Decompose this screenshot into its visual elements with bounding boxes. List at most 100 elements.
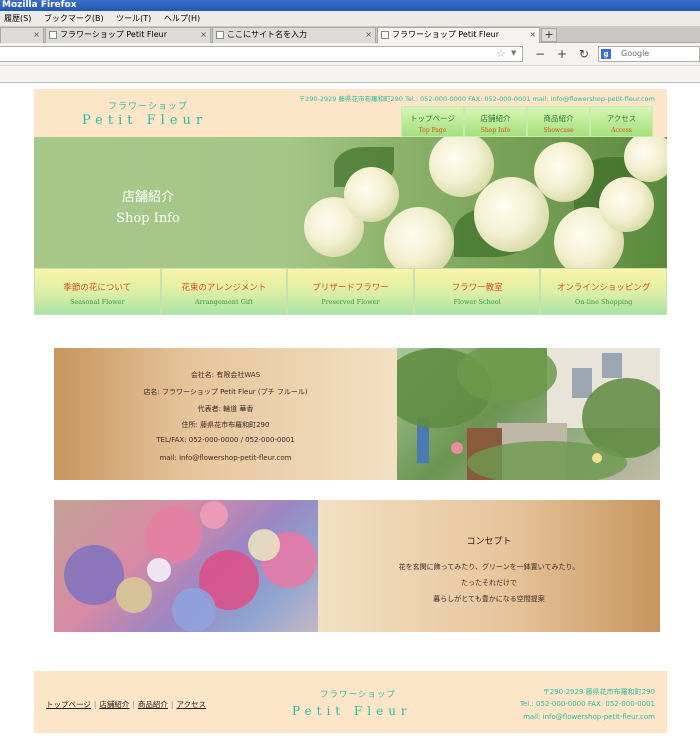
- nav-label-en: Showcase: [543, 127, 574, 134]
- bouquet-image: [64, 501, 317, 632]
- close-icon[interactable]: ×: [200, 28, 207, 42]
- nav-label-jp: 商品紹介: [543, 114, 574, 123]
- concept-line: たったそれだけで: [461, 579, 517, 587]
- tab-2[interactable]: ここにサイト名を入力 ×: [212, 27, 376, 43]
- bookmarks-bar: [0, 65, 700, 83]
- close-icon[interactable]: ×: [365, 28, 372, 42]
- hero-banner: 店舗紹介 Shop Info: [34, 137, 667, 268]
- hero-title-jp: 店舗紹介: [121, 190, 174, 205]
- nav-showcase[interactable]: 商品紹介 Showcase: [527, 106, 590, 137]
- rose-image: [384, 207, 454, 268]
- new-tab-button[interactable]: +: [541, 28, 557, 42]
- concept-line: 暮らしがとても豊かになる空間提案: [433, 595, 545, 603]
- shop-front-photo: [397, 348, 660, 480]
- subnav-label-jp: 季節の花について: [63, 283, 132, 293]
- footer-link-access[interactable]: アクセス: [176, 700, 206, 709]
- nav-label-jp: トップページ: [410, 114, 455, 123]
- shop-info-text: 会社名: 有限会社WAS 店名: フラワーショップ Petit Fleur (プ…: [54, 348, 397, 480]
- tab-0[interactable]: ×: [0, 27, 44, 43]
- menu-help[interactable]: ヘルプ(H): [164, 11, 200, 26]
- concept-section: コンセプト 花を玄関に飾ってみたり、グリーンを一鉢置いてみたり。 たったそれだけ…: [54, 500, 660, 632]
- footer-logo-subtitle[interactable]: フラワーショップ: [320, 688, 396, 700]
- separator: |: [93, 700, 97, 709]
- subnav-preserved-flower[interactable]: プリザードフラワー Preserved Flower: [287, 268, 414, 315]
- site-footer: トップページ | 店舗紹介 | 商品紹介 | アクセス フラワーショップ Petit Fle…: [34, 671, 667, 733]
- search-input[interactable]: g Google: [598, 46, 700, 62]
- footer-link-showcase[interactable]: 商品紹介: [138, 700, 168, 709]
- reload-icon[interactable]: ↻: [579, 46, 589, 62]
- search-placeholder: Google: [621, 49, 650, 58]
- menu-history[interactable]: 履歴(S): [4, 11, 31, 26]
- close-icon[interactable]: ×: [529, 28, 536, 42]
- logo-subtitle[interactable]: フラワーショップ: [108, 99, 188, 112]
- plus-icon[interactable]: +: [557, 46, 567, 62]
- subnav-label-en: On-line Shopping: [575, 298, 633, 306]
- representative: 代表者: 輪道 華香: [197, 405, 254, 413]
- global-nav: トップページ Top Page 店舗紹介 Shop Info 商品紹介 Show…: [401, 106, 653, 137]
- rose-image: [344, 167, 399, 222]
- favicon-icon: [216, 31, 224, 39]
- shop-front-image: [397, 348, 660, 480]
- site-header: フラワーショップ Petit Fleur 〒290-2929 藤県花市布羅和町2…: [34, 89, 667, 137]
- nav-bar: ☆ ▼ − + ↻ g Google: [0, 43, 700, 65]
- favicon-icon: [49, 31, 57, 39]
- footer-address: 〒290-2929 藤県花市布羅和町290: [542, 688, 655, 696]
- nav-label-en: Top Page: [418, 127, 447, 134]
- separator: |: [170, 700, 174, 709]
- footer-link-top-page[interactable]: トップページ: [46, 700, 91, 709]
- footer-tel-fax: Tel.: 052-000-0000 FAX: 052-000-0001: [519, 700, 655, 708]
- separator: |: [132, 700, 135, 709]
- nav-label-jp: 店舗紹介: [480, 114, 511, 123]
- nav-label-en: Shop Info: [480, 127, 511, 134]
- rose-image: [599, 177, 654, 232]
- address: 住所: 藤県花市布羅和町290: [181, 421, 270, 429]
- star-icon[interactable]: ☆: [496, 47, 506, 60]
- nav-shop-info[interactable]: 店舗紹介 Shop Info: [464, 106, 527, 137]
- nav-access[interactable]: アクセス Access: [590, 106, 653, 137]
- footer-link-shop-info[interactable]: 店舗紹介: [99, 700, 129, 709]
- subnav-label-en: Seasonal Flower: [69, 298, 125, 306]
- google-icon: g: [601, 49, 611, 59]
- concept-text: コンセプト 花を玄関に飾ってみたり、グリーンを一鉢置いてみたり。 たったそれだけ…: [318, 500, 660, 632]
- menu-tools[interactable]: ツール(T): [116, 11, 151, 26]
- shop-info-section: 会社名: 有限会社WAS 店名: フラワーショップ Petit Fleur (プ…: [54, 348, 660, 480]
- hero-title: 店舗紹介 Shop Info: [116, 187, 180, 229]
- rose-image: [474, 177, 549, 252]
- chevron-down-icon[interactable]: ▼: [511, 49, 516, 57]
- subnav-online-shopping[interactable]: オンラインショッピング On-line Shopping: [540, 268, 667, 315]
- tel-fax: TEL/FAX: 052-000-0000 / 052-000-0001: [156, 436, 295, 444]
- nav-label-en: Access: [611, 127, 632, 134]
- subnav-seasonal-flower[interactable]: 季節の花について Seasonal Flower: [34, 268, 161, 315]
- mail-address: mail: info@flowershop-petit-fleur.com: [159, 454, 292, 462]
- bouquet-photo: [54, 500, 318, 632]
- concept-title: コンセプト: [466, 537, 512, 547]
- close-icon[interactable]: ×: [33, 28, 40, 42]
- logo-title[interactable]: Petit Fleur: [82, 113, 207, 128]
- subnav-label-en: Arrangement Gift: [194, 298, 253, 306]
- subnav-label-en: Preserved Flower: [321, 298, 380, 306]
- subnav-label-jp: 花束のアレンジメント: [181, 283, 267, 293]
- favicon-icon: [381, 31, 389, 39]
- tab-1[interactable]: フラワーショップ Petit Fleur ×: [45, 27, 211, 43]
- subnav-flower-school[interactable]: フラワー教室 Flower School: [413, 268, 541, 315]
- subnav-arrangement-gift[interactable]: 花束のアレンジメント Arrangement Gift: [160, 268, 288, 315]
- company-name: 会社名: 有限会社WAS: [190, 371, 261, 379]
- tab-3[interactable]: フラワーショップ Petit Fleur ×: [377, 27, 540, 43]
- category-nav: 季節の花について Seasonal Flower 花束のアレンジメント Arra…: [34, 268, 667, 315]
- url-input[interactable]: ☆ ▼: [0, 46, 523, 62]
- menu-bookmarks[interactable]: ブックマーク(B): [44, 11, 104, 26]
- nav-label-jp: アクセス: [606, 114, 637, 123]
- hero-title-en: Shop Info: [116, 211, 180, 226]
- header-contact: 〒290-2929 藤県花市布羅和町290 Tel.: 052-000-0000…: [298, 95, 655, 103]
- subnav-label-jp: オンラインショッピング: [556, 283, 651, 293]
- web-page: フラワーショップ Petit Fleur 〒290-2929 藤県花市布羅和町2…: [0, 84, 700, 739]
- tab-label: フラワーショップ Petit Fleur: [60, 30, 167, 39]
- nav-top-page[interactable]: トップページ Top Page: [401, 106, 464, 137]
- concept-line: 花を玄関に飾ってみたり、グリーンを一鉢置いてみたり。: [398, 563, 580, 571]
- footer-mail: mail: info@flowershop-petit-fleur.com: [523, 713, 655, 721]
- minus-icon[interactable]: −: [535, 46, 545, 62]
- footer-logo-title[interactable]: Petit Fleur: [292, 704, 412, 718]
- subnav-label-jp: プリザードフラワー: [312, 283, 389, 293]
- tab-label: ここにサイト名を入力: [227, 30, 307, 39]
- rose-image: [534, 142, 594, 202]
